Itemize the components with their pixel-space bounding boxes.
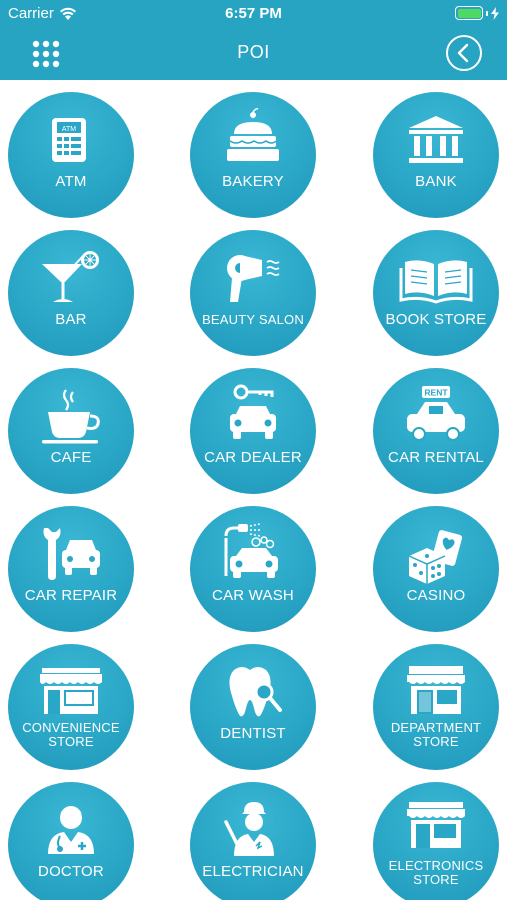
dice-cards-icon	[408, 530, 463, 584]
page-title: POI	[237, 42, 270, 62]
category-casino[interactable]: CASINO	[373, 506, 499, 632]
svg-text:RENT: RENT	[424, 388, 448, 398]
category-label: DENTIST	[220, 725, 286, 742]
app-header: Carrier 6:57 PM POI	[0, 0, 507, 80]
category-label: CAFE	[50, 449, 92, 466]
back-button[interactable]	[445, 34, 483, 72]
rent-car-icon: RENT	[407, 386, 465, 441]
category-label: CAR REPAIR	[24, 587, 118, 604]
cake-icon	[227, 108, 279, 161]
category-electronics-store[interactable]: ELECTRONICS STORE	[373, 782, 499, 900]
category-label: CASINO	[406, 587, 466, 604]
category-bank[interactable]: BANK	[373, 92, 499, 218]
category-doctor[interactable]: DOCTOR	[8, 782, 134, 900]
status-time: 6:57 PM	[225, 5, 282, 22]
category-car-wash[interactable]: CAR WASH	[190, 506, 316, 632]
category-car-repair[interactable]: CAR REPAIR	[8, 506, 134, 632]
electrician-icon	[224, 802, 274, 856]
category-atm[interactable]: ATM ATM	[8, 92, 134, 218]
category-bar[interactable]: BAR	[8, 230, 134, 356]
category-car-dealer[interactable]: CAR DEALER	[190, 368, 316, 494]
category-label: DOCTOR	[38, 863, 104, 880]
category-label: ELECTRICIAN	[202, 863, 304, 880]
nav-bar: POI	[0, 28, 507, 80]
category-label: CONVENIENCE STORE	[22, 720, 120, 749]
car-wash-icon	[224, 523, 278, 578]
category-convenience-store[interactable]: CONVENIENCE STORE	[8, 644, 134, 770]
car-key-icon	[230, 384, 276, 439]
category-cafe[interactable]: CAFE	[8, 368, 134, 494]
category-bakery[interactable]: BAKERY	[190, 92, 316, 218]
category-label: BAKERY	[222, 173, 284, 190]
category-label: CAR DEALER	[204, 449, 302, 466]
category-department-store[interactable]: DEPARTMENT STORE	[373, 644, 499, 770]
category-label: ELECTRONICS STORE	[388, 858, 484, 887]
svg-text:ATM: ATM	[62, 126, 76, 133]
category-label: ATM	[55, 173, 87, 190]
coffee-cup-icon	[42, 389, 100, 444]
bank-icon	[409, 116, 463, 163]
atm-icon: ATM	[52, 118, 86, 162]
category-label: CAR RENTAL	[388, 449, 484, 466]
storefront-icon	[40, 668, 102, 714]
open-book-icon	[399, 260, 473, 304]
tooth-icon	[229, 667, 282, 717]
department-store-icon	[407, 666, 465, 714]
category-dentist[interactable]: DENTIST	[190, 644, 316, 770]
charging-bolt-icon	[491, 6, 499, 20]
chevron-left-circle-icon	[446, 35, 482, 71]
category-car-rental[interactable]: RENT CAR RENTAL	[373, 368, 499, 494]
category-label: BOOK STORE	[385, 311, 487, 328]
category-book-store[interactable]: BOOK STORE	[373, 230, 499, 356]
category-label: CAR WASH	[212, 587, 294, 604]
category-label: BEAUTY SALON	[202, 312, 304, 327]
hair-dryer-icon	[227, 255, 280, 302]
doctor-icon	[48, 806, 94, 854]
category-label: BAR	[55, 311, 87, 328]
category-label: BANK	[415, 173, 457, 190]
category-beauty-salon[interactable]: BEAUTY SALON	[190, 230, 316, 356]
category-label: DEPARTMENT STORE	[390, 720, 482, 749]
status-bar: Carrier 6:57 PM	[0, 0, 507, 28]
battery-icon	[455, 6, 483, 20]
cocktail-icon	[42, 251, 99, 302]
battery-indicator	[455, 6, 499, 20]
wrench-car-icon	[43, 528, 100, 580]
poi-category-grid: ATM ATM BAKERY BANK BAR BEAUTY SALON BOO…	[0, 80, 507, 900]
category-electrician[interactable]: ELECTRICIAN	[190, 782, 316, 900]
